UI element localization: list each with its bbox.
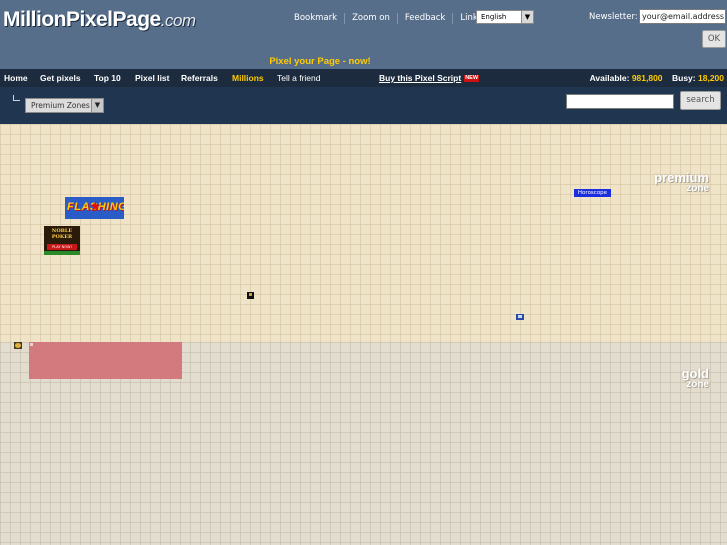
blue-pixel-ad[interactable] <box>516 314 524 320</box>
nav-pixel-list[interactable]: Pixel list <box>135 73 170 83</box>
nav-millions[interactable]: Millions <box>232 73 264 83</box>
language-value: English <box>481 13 507 21</box>
site-logo[interactable]: MillionPixelPage.com <box>3 8 196 32</box>
zoom-on-link[interactable]: Zoom on <box>345 12 398 24</box>
poker-play-button: PLAY NOW! <box>47 244 77 250</box>
nav-tell-a-friend[interactable]: Tell a friend <box>277 73 320 83</box>
buy-pixel-script-link[interactable]: Buy this Pixel Script NEW <box>379 73 480 83</box>
language-select[interactable]: English ▼ <box>476 10 534 24</box>
black-pixel-ad[interactable] <box>247 292 254 299</box>
newsletter-label: Newsletter: <box>589 12 638 22</box>
available-label: Available: <box>589 73 630 83</box>
header: MillionPixelPage.com Bookmark Zoom on Fe… <box>0 0 727 69</box>
buy-script-label: Buy this Pixel Script <box>379 73 462 83</box>
nav-get-pixels[interactable]: Get pixels <box>40 73 81 83</box>
feedback-link[interactable]: Feedback <box>398 12 454 24</box>
promo-link[interactable]: Pixel your Page - now! <box>0 56 640 67</box>
nav-home[interactable]: Home <box>4 73 28 83</box>
newsletter-email-input[interactable]: your@email.address <box>639 9 726 24</box>
nav-referrals[interactable]: Referrals <box>181 73 218 83</box>
zone-select[interactable]: Premium Zones ▼ <box>25 98 104 113</box>
pixel-ad-icon <box>249 293 252 296</box>
star-icon: ★ <box>89 199 102 215</box>
gold-zone-sub: zone <box>686 379 709 390</box>
logo-main: MillionPixelPage <box>3 8 161 31</box>
newsletter-ok-button[interactable]: OK <box>702 30 726 48</box>
pixel-block-marker <box>30 343 33 346</box>
premium-zone-label: premium zone <box>620 171 709 194</box>
gold-zone-label: gold zone <box>620 367 709 390</box>
zone-select-value: Premium Zones <box>31 101 90 110</box>
gold-pixel-ad[interactable] <box>14 342 22 349</box>
nav-top-10[interactable]: Top 10 <box>94 73 121 83</box>
new-badge: NEW <box>464 75 480 83</box>
reserved-pixel-block[interactable] <box>29 342 182 379</box>
poker-ad-bar <box>44 251 80 255</box>
busy-value: 18,200 <box>698 73 724 83</box>
chevron-down-icon: ▼ <box>521 11 533 23</box>
main-nav: Home Get pixels Top 10 Pixel list Referr… <box>0 69 727 87</box>
pixel-stats: Available: 981,800 Busy: 18,200 <box>590 73 724 83</box>
chevron-down-icon: ▼ <box>91 99 103 112</box>
poker-ad-title: NOBLE POKER <box>51 228 73 240</box>
search-input[interactable] <box>566 94 674 109</box>
coin-icon <box>15 343 21 348</box>
zone-toolbar: Premium Zones ▼ search <box>0 87 727 124</box>
poker-pixel-ad[interactable]: NOBLE POKER PLAY NOW! <box>44 226 80 255</box>
available-value: 981,800 <box>631 73 663 83</box>
logo-suffix: .com <box>160 11 196 30</box>
flash-pixel-ad[interactable]: FLASHING ★ <box>65 197 124 219</box>
premium-zone-grid[interactable] <box>0 124 727 342</box>
horoscope-pixel-ad[interactable]: Horoscope <box>574 189 611 197</box>
top-links: Bookmark Zoom on Feedback Link us <box>287 11 497 25</box>
corner-arrow-icon <box>13 95 20 101</box>
busy-label: Busy: <box>672 73 696 83</box>
bookmark-link[interactable]: Bookmark <box>287 12 346 24</box>
pixel-ad-icon <box>518 315 522 318</box>
search-button[interactable]: search <box>680 91 721 110</box>
